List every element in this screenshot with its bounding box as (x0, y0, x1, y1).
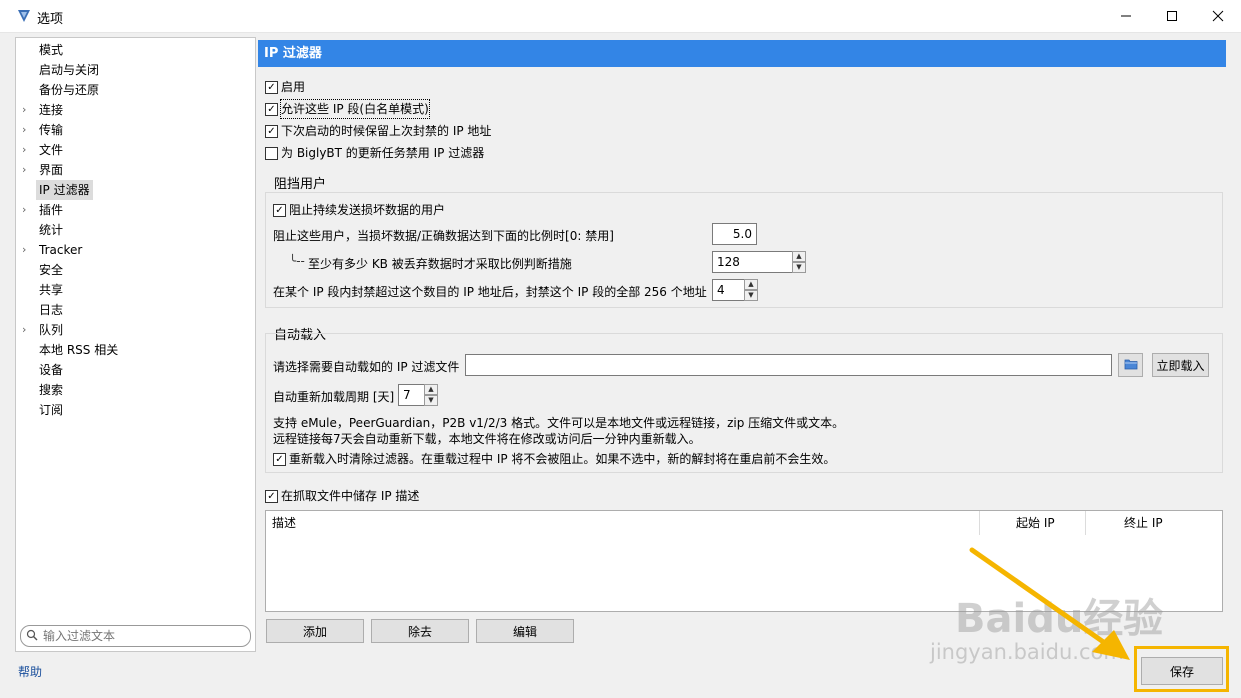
sidebar-item-label: 日志 (39, 303, 64, 317)
annotation-arrow-icon (969, 547, 1130, 660)
ratio-label: 阻止这些用户，当损坏数据/正确数据达到下面的比例时[0: 禁用] (273, 229, 614, 243)
sidebar-item-label: 订阅 (39, 403, 64, 417)
title-bar: 选项 (0, 0, 1241, 33)
sidebar-item-label: Tracker (39, 243, 83, 257)
remove-button[interactable]: 除去 (371, 619, 469, 643)
sidebar-item[interactable]: › 传输 (16, 120, 253, 140)
sidebar-item[interactable]: 日志 (16, 300, 253, 320)
block-group-title: 阻挡用户 (274, 177, 327, 192)
sidebar-item-label: 队列 (39, 323, 64, 337)
sidebar-item-label: IP 过滤器 (36, 180, 93, 200)
minimize-button[interactable] (1103, 0, 1149, 32)
sidebar-item-label: 插件 (39, 203, 64, 217)
reload-info: 远程链接每7天会自动重新下载，本地文件将在修改或访问后一分钟内重新载入。 (273, 432, 701, 446)
browse-button[interactable] (1118, 353, 1143, 377)
sidebar-item[interactable]: 搜索 (16, 380, 253, 400)
sidebar-item[interactable]: › 队列 (16, 320, 253, 340)
sidebar-item[interactable]: IP 过滤器 (16, 180, 253, 200)
chevron-right-icon[interactable]: › (22, 160, 32, 180)
sidebar-item-label: 启动与关闭 (39, 63, 100, 77)
sidebar-item-label: 连接 (39, 103, 64, 117)
sidebar-item[interactable]: 本地 RSS 相关 (16, 340, 253, 360)
sidebar-item[interactable]: › 界面 (16, 160, 253, 180)
options-tree: 模式 启动与关闭 备份与还原 › 连接 › 传输 › 文件 › 界面 IP 过滤器 › 插件 统计 › Trac… (15, 37, 256, 652)
folder-icon (1124, 359, 1137, 369)
sidebar-item[interactable]: › 连接 (16, 100, 253, 120)
chevron-right-icon[interactable]: › (22, 140, 32, 160)
column-header-start-ip[interactable]: 起始 IP (980, 511, 1086, 535)
checkbox-box[interactable]: ✓ (265, 103, 278, 116)
sidebar-item-label: 本地 RSS 相关 (39, 343, 119, 357)
kb-label: 至少有多少 KB 被丢弃数据时才采取比例判断措施 (308, 257, 572, 271)
panel-title: IP 过滤器 (258, 40, 1226, 67)
sidebar-item[interactable]: 模式 (16, 40, 253, 60)
sidebar-item[interactable]: › 文件 (16, 140, 253, 160)
sidebar-item-label: 搜索 (39, 383, 64, 397)
minimize-icon (1121, 15, 1131, 17)
app-icon (18, 10, 30, 22)
search-icon (26, 629, 38, 641)
column-header-end-ip[interactable]: 终止 IP (1086, 511, 1222, 535)
sidebar-item-label: 文件 (39, 143, 64, 157)
chevron-right-icon[interactable]: › (22, 200, 32, 220)
checkbox-box[interactable]: ✓ (265, 125, 278, 138)
kb-spinner[interactable]: ▲ ▼ (712, 251, 806, 273)
spin-down-icon[interactable]: ▼ (744, 290, 758, 301)
sidebar-item-label: 安全 (39, 263, 64, 277)
chevron-right-icon[interactable]: › (22, 240, 32, 260)
file-label: 请选择需要自动载如的 IP 过滤文件 (273, 360, 460, 374)
spin-up-icon[interactable]: ▲ (792, 251, 806, 262)
help-link[interactable]: 帮助 (18, 663, 42, 680)
load-now-button[interactable]: 立即载入 (1152, 353, 1209, 377)
sidebar-item-label: 模式 (39, 43, 64, 57)
maximize-icon (1167, 11, 1177, 21)
sidebar-item[interactable]: 备份与还原 (16, 80, 253, 100)
close-icon (1212, 10, 1224, 22)
maximize-button[interactable] (1149, 0, 1195, 32)
filter-file-input[interactable] (465, 354, 1112, 376)
period-label: 自动重新加载周期 [天] (273, 390, 395, 404)
chevron-right-icon[interactable]: › (22, 120, 32, 140)
spin-up-icon[interactable]: ▲ (744, 279, 758, 290)
sidebar-item-label: 共享 (39, 283, 64, 297)
sidebar-item-label: 传输 (39, 123, 64, 137)
sidebar-item-label: 设备 (39, 363, 64, 377)
checkbox-box[interactable]: ✓ (265, 81, 278, 94)
add-button[interactable]: 添加 (266, 619, 364, 643)
sidebar-item[interactable]: 统计 (16, 220, 253, 240)
close-button[interactable] (1195, 0, 1241, 32)
filter-box (20, 625, 251, 647)
save-highlight-box (1134, 646, 1229, 692)
sidebar-item-label: 统计 (39, 223, 64, 237)
spin-down-icon[interactable]: ▼ (792, 262, 806, 273)
sidebar-item[interactable]: 安全 (16, 260, 253, 280)
indent-connector: ╰-- (289, 254, 305, 268)
checkbox-box[interactable]: ✓ (273, 453, 286, 466)
ratio-input[interactable] (712, 223, 757, 245)
chevron-right-icon[interactable]: › (22, 320, 32, 340)
format-info: 支持 eMule，PeerGuardian，P2B v1/2/3 格式。文件可以… (273, 416, 845, 430)
sidebar-item[interactable]: › Tracker (16, 240, 253, 260)
sidebar-item[interactable]: 启动与关闭 (16, 60, 253, 80)
checkbox-box[interactable]: ✓ (273, 204, 286, 217)
sidebar-item[interactable]: 设备 (16, 360, 253, 380)
ban-label: 在某个 IP 段内封禁超过这个数目的 IP 地址后，封禁这个 IP 段的全部 2… (273, 285, 707, 299)
checkbox-box[interactable]: ✓ (265, 490, 278, 503)
sidebar-item[interactable]: › 插件 (16, 200, 253, 220)
checkbox-box[interactable] (265, 147, 278, 160)
window-title: 选项 (37, 12, 64, 27)
column-header-description[interactable]: 描述 (266, 511, 980, 535)
sidebar-item[interactable]: 共享 (16, 280, 253, 300)
spin-up-icon[interactable]: ▲ (424, 384, 438, 395)
period-spinner[interactable]: ▲ ▼ (398, 384, 438, 406)
spin-down-icon[interactable]: ▼ (424, 395, 438, 406)
chevron-right-icon[interactable]: › (22, 100, 32, 120)
sidebar-item-label: 备份与还原 (39, 83, 100, 97)
edit-button[interactable]: 编辑 (476, 619, 574, 643)
sidebar-item[interactable]: 订阅 (16, 400, 253, 420)
filter-input[interactable] (41, 627, 245, 645)
ban-spinner[interactable]: ▲ ▼ (712, 279, 758, 301)
sidebar-item-label: 界面 (39, 163, 64, 177)
